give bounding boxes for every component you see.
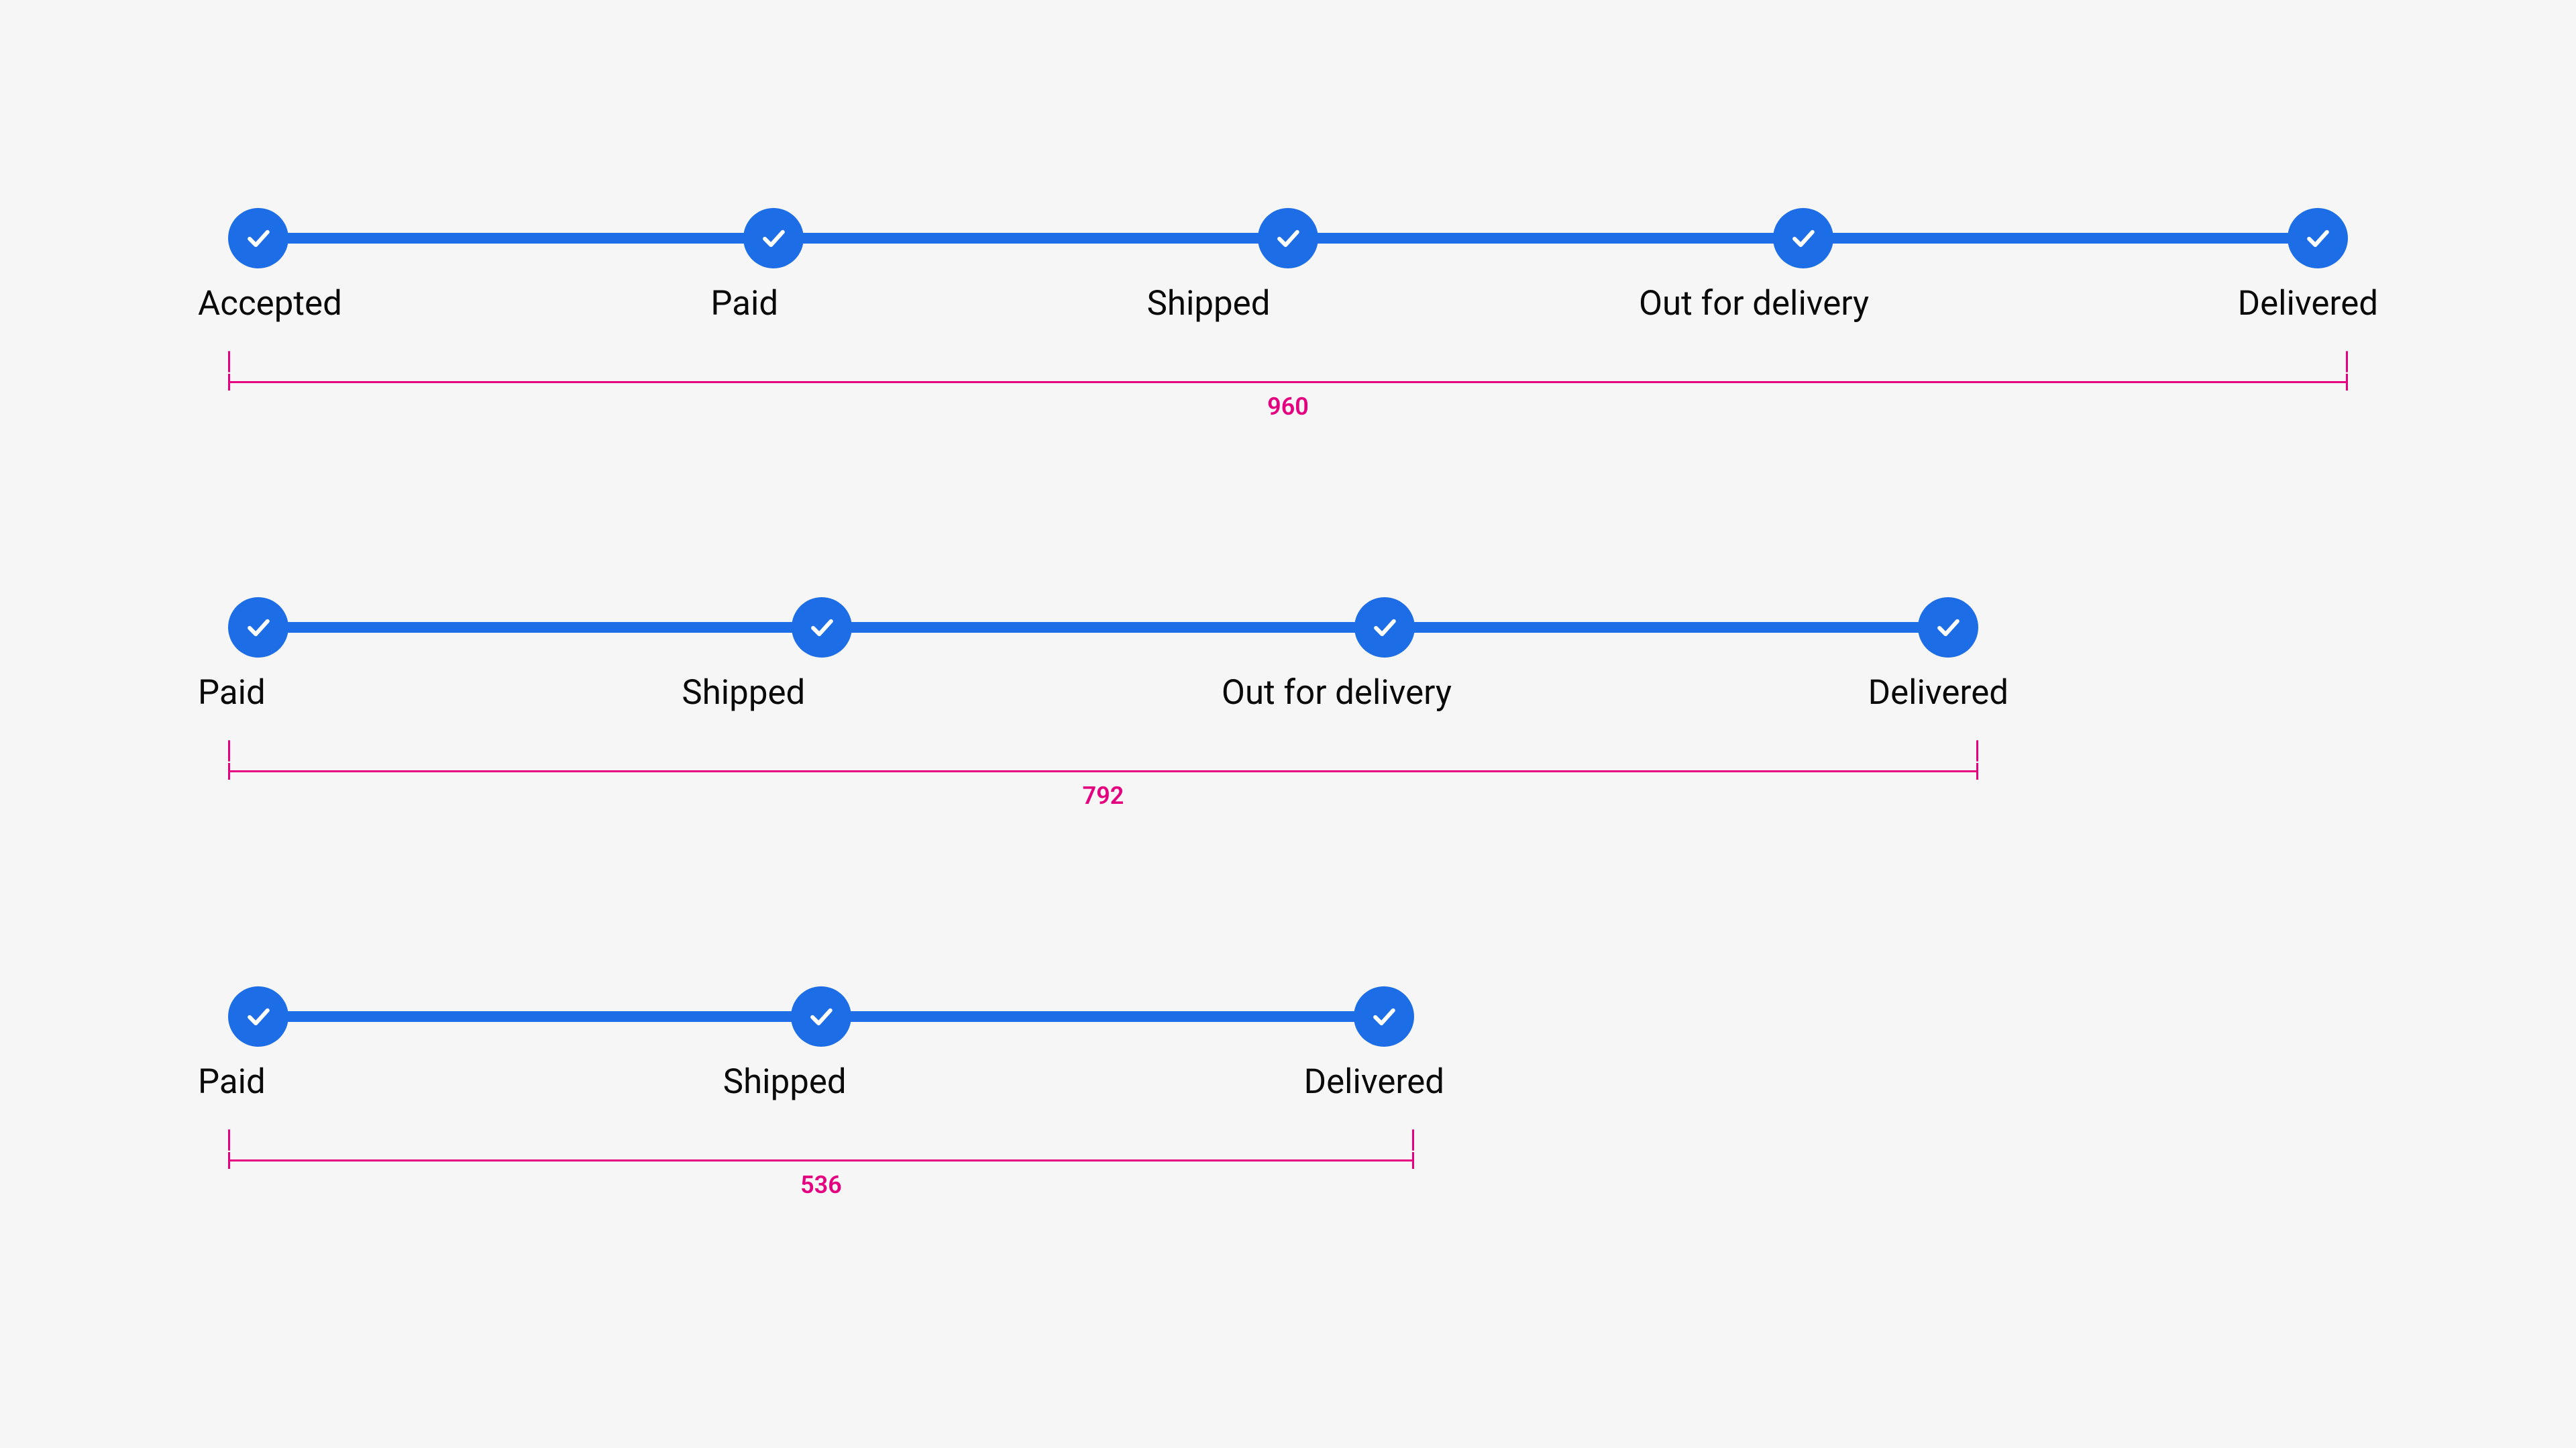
step-shipped [1258,208,1318,268]
step-label: Shipped [682,672,805,713]
progress-indicator-4: Paid Shipped Out for delivery Delivered … [228,597,1978,821]
check-icon [243,223,274,254]
dimension-cap [1412,1152,1414,1169]
check-icon [243,1001,274,1032]
step-label: Delivered [2238,283,2378,324]
step-delivered [1918,597,1978,658]
dimension-value: 792 [228,782,1978,810]
progress-labels: Accepted Paid Shipped Out for delivery D… [198,283,2378,324]
dimension-line [228,770,1978,772]
dimension-tick [228,740,230,762]
dimension-tick [1976,740,1978,762]
dimension-value: 536 [228,1171,1414,1199]
step-label: Out for delivery [1639,283,1869,324]
step-label: Paid [710,283,778,324]
step-label: Out for delivery [1222,672,1452,713]
progress-indicator-5: Accepted Paid Shipped Out for delivery D… [228,208,2348,431]
progress-track [228,986,1414,1047]
dimension-cap [2346,374,2348,391]
progress-labels: Paid Shipped Delivered [198,1062,1444,1102]
step-label: Delivered [1868,672,2008,713]
progress-track [228,597,1978,658]
check-icon [243,612,274,643]
step-out-for-delivery [1773,208,1833,268]
step-delivered [1354,986,1414,1047]
check-icon [1788,223,1819,254]
dimension-line [228,381,2348,383]
dimension-tick [228,1129,230,1151]
check-icon [758,223,789,254]
dimension-tick [228,351,230,372]
step-paid [228,597,288,658]
dimension-tick [2346,351,2348,372]
check-icon [2302,223,2333,254]
step-shipped [792,597,852,658]
check-icon [1273,223,1303,254]
step-accepted [228,208,288,268]
dimension-cap [228,763,230,780]
dimension-tick [1412,1129,1414,1151]
progress-track [228,208,2348,268]
check-icon [1368,1001,1399,1032]
dimension-cap [1976,763,1978,780]
check-icon [1933,612,1964,643]
step-shipped [791,986,851,1047]
dimension-annotation: 960 [228,351,2348,431]
dimension-cap [228,1152,230,1169]
dimension-value: 960 [228,393,2348,421]
step-paid [228,986,288,1047]
step-label: Shipped [1147,283,1271,324]
check-icon [1369,612,1400,643]
step-label: Paid [198,672,266,713]
step-label: Paid [198,1062,266,1102]
dimension-cap [228,374,230,391]
progress-connector [258,622,1948,633]
step-delivered [2288,208,2348,268]
check-icon [806,612,837,643]
step-label: Accepted [198,283,342,324]
progress-indicator-3: Paid Shipped Delivered 536 [228,986,1414,1210]
progress-labels: Paid Shipped Out for delivery Delivered [198,672,2008,713]
dimension-annotation: 536 [228,1129,1414,1210]
dimension-annotation: 792 [228,740,1978,821]
check-icon [806,1001,837,1032]
step-label: Shipped [723,1062,847,1102]
step-label: Delivered [1304,1062,1444,1102]
step-paid [743,208,804,268]
dimension-line [228,1159,1414,1161]
step-out-for-delivery [1354,597,1415,658]
canvas: Accepted Paid Shipped Out for delivery D… [0,0,2576,1448]
